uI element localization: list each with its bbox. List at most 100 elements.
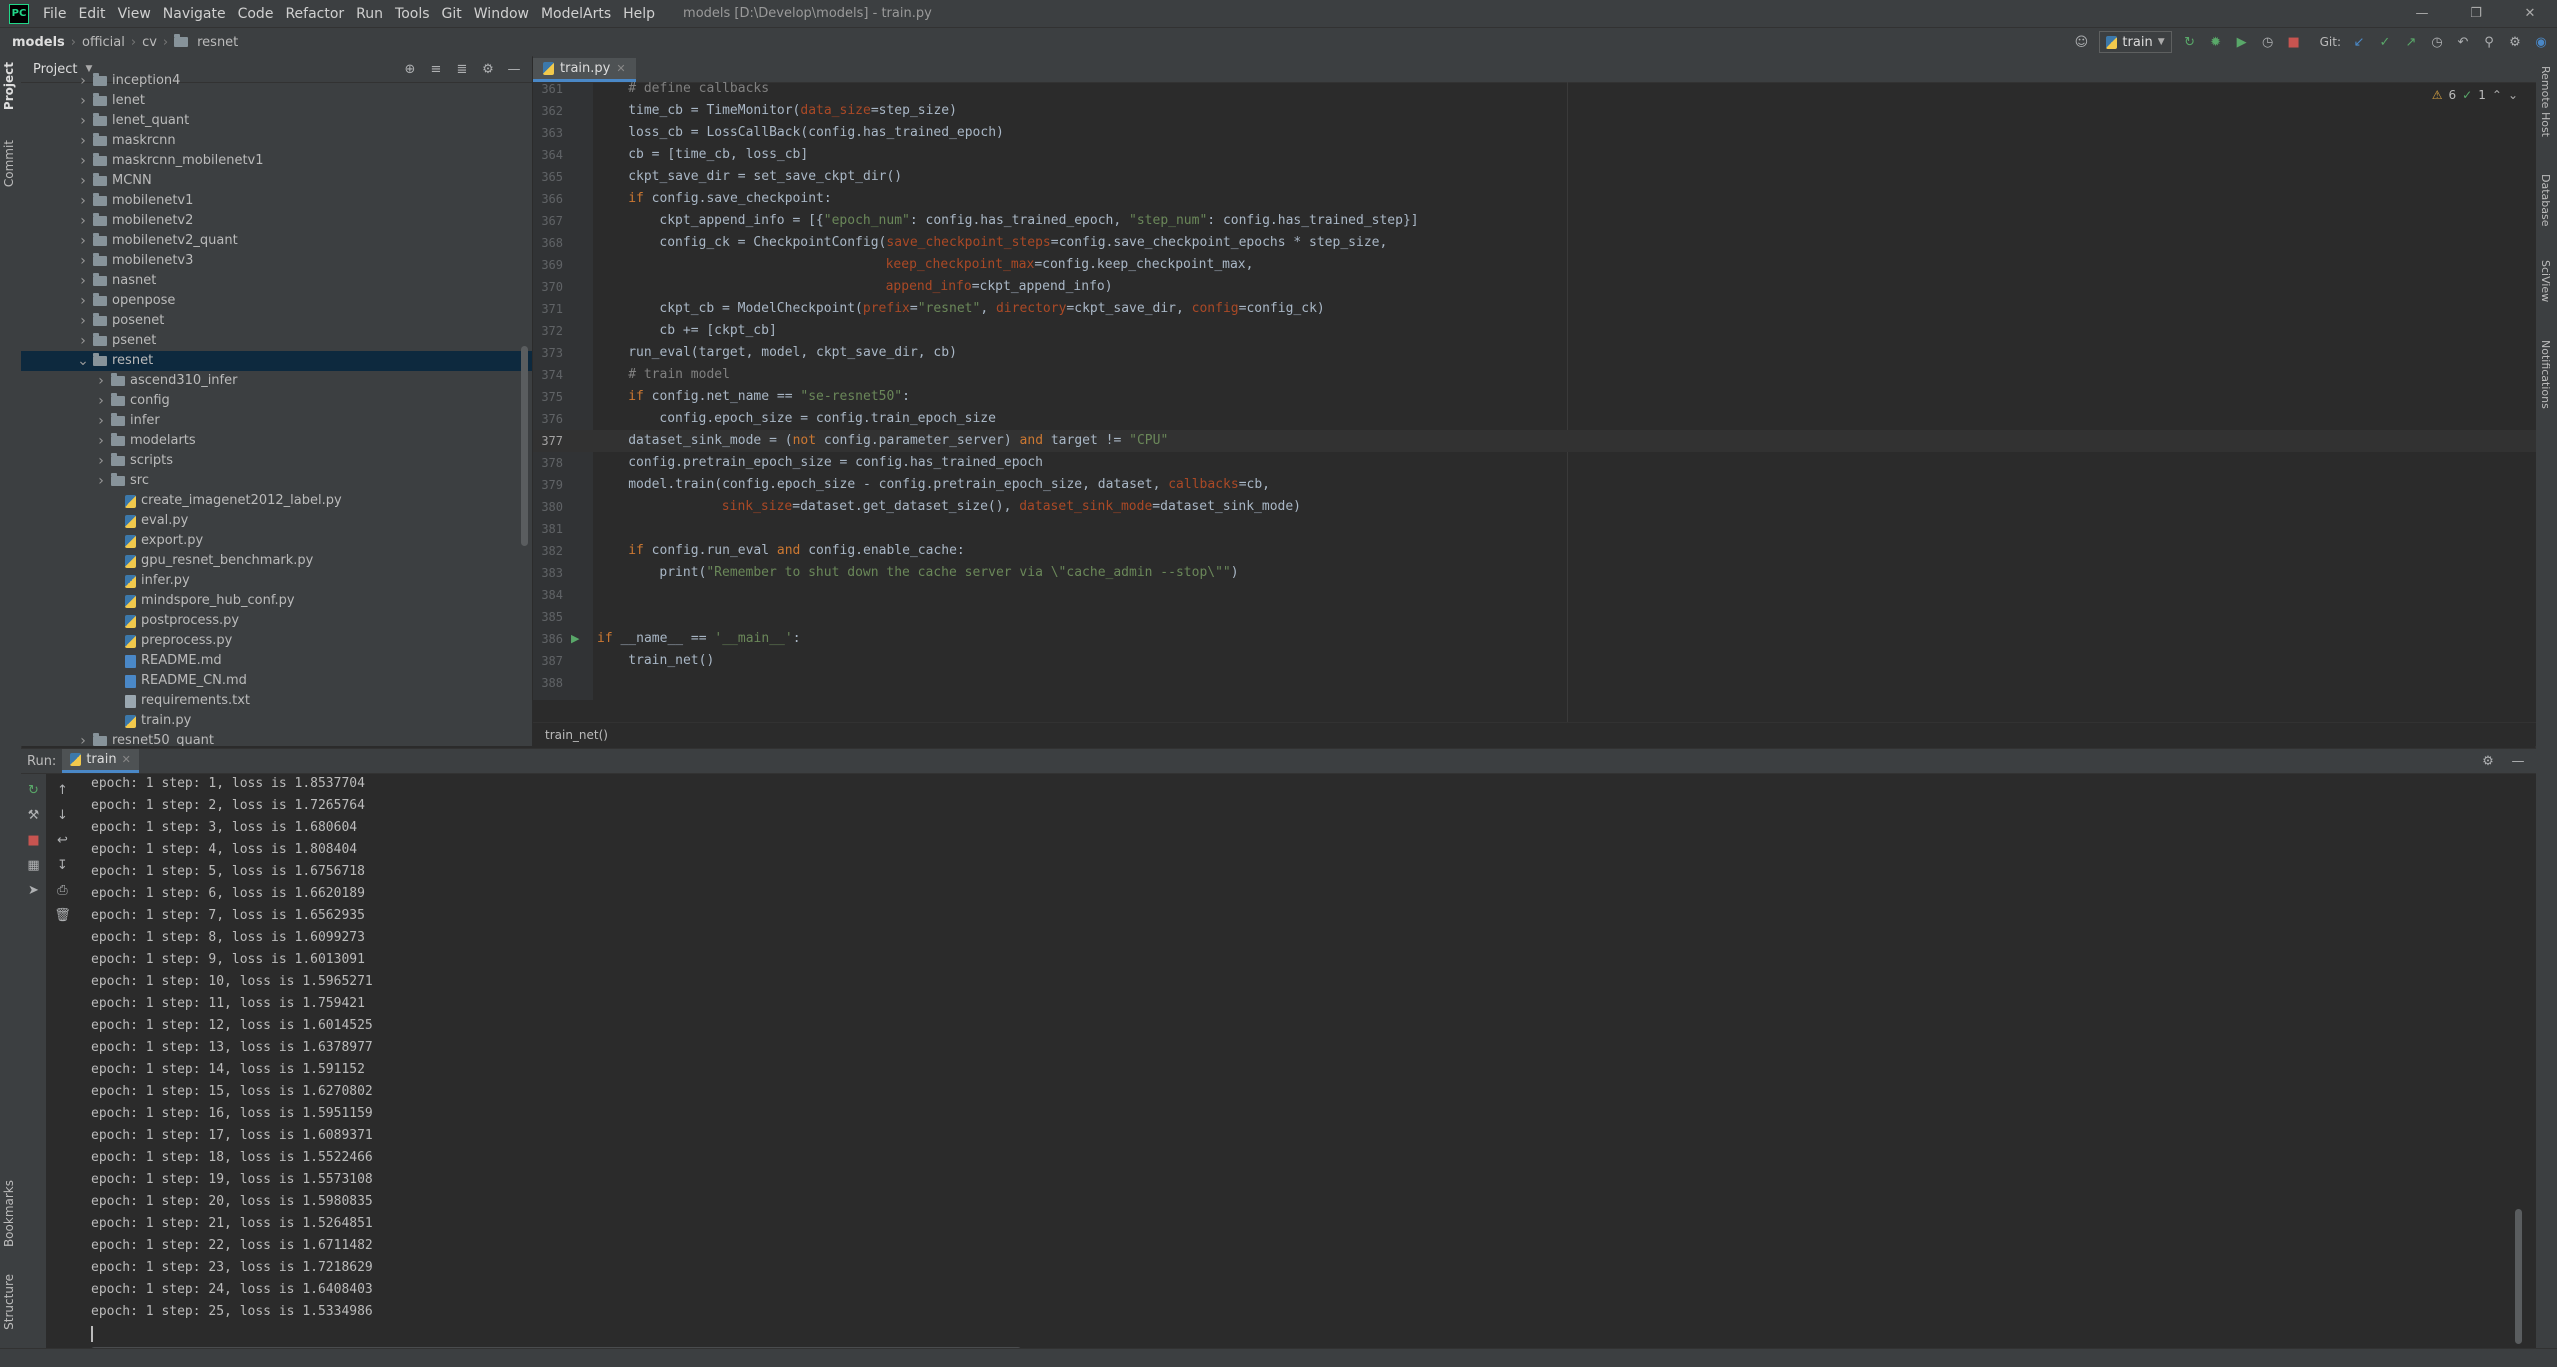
code-line[interactable]: 375 if config.net_name == "se-resnet50": <box>533 386 2536 408</box>
breadcrumb-official[interactable]: official <box>78 35 129 50</box>
tree-file-item[interactable]: mindspore_hub_conf.py <box>21 591 532 611</box>
code-line[interactable]: 374 # train model <box>533 364 2536 386</box>
tree-folder-item[interactable]: › mobilenetv3 <box>21 251 532 271</box>
tree-file-item[interactable]: preprocess.py <box>21 631 532 651</box>
tree-file-item[interactable]: postprocess.py <box>21 611 532 631</box>
chevron-right-icon[interactable]: › <box>77 731 89 746</box>
tree-file-item[interactable]: README.md <box>21 651 532 671</box>
chevron-down-icon[interactable]: ⌄ <box>2508 88 2518 102</box>
chevron-right-icon[interactable]: › <box>95 371 107 391</box>
tree-folder-item[interactable]: › lenet <box>21 91 532 111</box>
code-line[interactable]: 361 # define callbacks <box>533 78 2536 100</box>
chevron-right-icon[interactable]: › <box>77 171 89 191</box>
menu-tools[interactable]: Tools <box>389 6 436 22</box>
chevron-down-icon[interactable]: ⌄ <box>77 351 89 371</box>
tab-database[interactable]: Database <box>2539 174 2552 227</box>
chevron-right-icon[interactable]: › <box>77 211 89 231</box>
trash-icon[interactable]: 🗑 <box>54 906 72 924</box>
tree-folder-item[interactable]: ⌄ resnet <box>21 351 532 371</box>
wrench-icon[interactable]: ⚒ <box>25 806 43 824</box>
menu-navigate[interactable]: Navigate <box>157 6 232 22</box>
code-line[interactable]: 387 train_net() <box>533 650 2536 672</box>
chevron-right-icon[interactable]: › <box>77 271 89 291</box>
tree-file-item[interactable]: train.py <box>21 711 532 731</box>
pin-icon[interactable]: ➤ <box>25 881 43 899</box>
menu-edit[interactable]: Edit <box>72 6 111 22</box>
menu-window[interactable]: Window <box>468 6 535 22</box>
tree-file-item[interactable]: README_CN.md <box>21 671 532 691</box>
code-line[interactable]: 362 time_cb = TimeMonitor(data_size=step_… <box>533 100 2536 122</box>
breadcrumb-models[interactable]: models <box>8 35 69 50</box>
tree-folder-item[interactable]: › maskrcnn <box>21 131 532 151</box>
menu-git[interactable]: Git <box>436 6 468 22</box>
tree-file-item[interactable]: create_imagenet2012_label.py <box>21 491 532 511</box>
chevron-right-icon[interactable]: › <box>95 431 107 451</box>
menu-view[interactable]: View <box>112 6 157 22</box>
menu-file[interactable]: File <box>37 6 72 22</box>
chevron-right-icon[interactable]: › <box>77 131 89 151</box>
chevron-right-icon[interactable]: › <box>77 151 89 171</box>
tree-folder-item[interactable]: › maskrcnn_mobilenetv1 <box>21 151 532 171</box>
chevron-right-icon[interactable]: › <box>77 231 89 251</box>
tree-folder-item[interactable]: › openpose <box>21 291 532 311</box>
chevron-right-icon[interactable]: › <box>95 411 107 431</box>
stop-icon[interactable]: ■ <box>2286 34 2302 50</box>
code-line[interactable]: 371 ckpt_cb = ModelCheckpoint(prefix="res… <box>533 298 2536 320</box>
code-line[interactable]: 365 ckpt_save_dir = set_save_ckpt_dir() <box>533 166 2536 188</box>
tree-folder-item[interactable]: › posenet <box>21 311 532 331</box>
arrow-down-icon[interactable]: ↓ <box>54 806 72 824</box>
tab-sciview[interactable]: SciView <box>2539 260 2552 302</box>
tree-file-item[interactable]: gpu_resnet_benchmark.py <box>21 551 532 571</box>
chevron-right-icon[interactable]: › <box>77 191 89 211</box>
rerun-icon[interactable]: ↻ <box>25 781 43 799</box>
code-line[interactable]: 369 keep_checkpoint_max=config.keep_check… <box>533 254 2536 276</box>
debug-icon[interactable]: ✹ <box>2208 34 2224 50</box>
close-icon[interactable]: ✕ <box>2503 0 2557 27</box>
run-gutter-icon[interactable]: ▶ <box>571 628 579 650</box>
code-line[interactable]: 384 <box>533 584 2536 606</box>
code-line[interactable]: 379 model.train(config.epoch_size - confi… <box>533 474 2536 496</box>
tab-bookmarks[interactable]: Bookmarks <box>2 1180 16 1247</box>
close-tab-icon[interactable]: ✕ <box>122 753 131 766</box>
tab-remote-host[interactable]: Remote Host <box>2539 66 2552 137</box>
chevron-right-icon[interactable]: › <box>77 331 89 351</box>
tree-folder-item[interactable]: › resnet50_quant <box>21 731 532 746</box>
code-line[interactable]: 380 sink_size=dataset.get_dataset_size(),… <box>533 496 2536 518</box>
tab-structure[interactable]: Structure <box>2 1274 16 1330</box>
layout-icon[interactable]: ▦ <box>25 856 43 874</box>
restore-icon[interactable]: ❐ <box>2449 0 2503 27</box>
chevron-right-icon[interactable]: › <box>95 391 107 411</box>
breadcrumb-resnet[interactable]: resnet <box>193 35 242 50</box>
coverage-icon[interactable]: ▶ <box>2234 34 2250 50</box>
code-line[interactable]: 376 config.epoch_size = config.train_epoc… <box>533 408 2536 430</box>
menu-code[interactable]: Code <box>232 6 280 22</box>
code-line[interactable]: 372 cb += [ckpt_cb] <box>533 320 2536 342</box>
chevron-right-icon[interactable]: › <box>77 311 89 331</box>
code-line[interactable]: 377 dataset_sink_mode = (not config.param… <box>533 430 2536 452</box>
inspection-widget[interactable]: ⚠ 6 ✓ 1 ⌃ ⌄ <box>2432 88 2518 102</box>
code-line[interactable]: 388 <box>533 672 2536 694</box>
code-line[interactable]: 385 <box>533 606 2536 628</box>
code-line[interactable]: 382 if config.run_eval and config.enable_… <box>533 540 2536 562</box>
chevron-right-icon[interactable]: › <box>77 111 89 131</box>
rollback-icon[interactable]: ↶ <box>2455 34 2471 50</box>
tree-file-item[interactable]: requirements.txt <box>21 691 532 711</box>
editor-breadcrumb[interactable]: train_net() <box>533 722 2536 746</box>
chevron-right-icon[interactable]: › <box>77 91 89 111</box>
code-line[interactable]: 363 loss_cb = LossCallBack(config.has_tra… <box>533 122 2536 144</box>
arrow-up-icon[interactable]: ↑ <box>54 781 72 799</box>
tab-commit[interactable]: Commit <box>2 140 16 187</box>
scroll-to-end-icon[interactable]: ↧ <box>54 856 72 874</box>
tree-folder-item[interactable]: › MCNN <box>21 171 532 191</box>
close-tab-icon[interactable]: ✕ <box>616 62 625 75</box>
console-output[interactable]: epoch: 1 step: 1, loss is 1.8537704 epoch… <box>91 773 2491 1342</box>
print-icon[interactable]: ⎙ <box>54 881 72 899</box>
git-push-icon[interactable]: ↗ <box>2403 34 2419 50</box>
chevron-up-icon[interactable]: ⌃ <box>2492 88 2502 102</box>
tree-folder-item[interactable]: › inception4 <box>21 71 532 91</box>
code-line[interactable]: 378 config.pretrain_epoch_size = config.h… <box>533 452 2536 474</box>
git-update-icon[interactable]: ↙ <box>2351 34 2367 50</box>
tree-folder-item[interactable]: › config <box>21 391 532 411</box>
tree-folder-item[interactable]: › src <box>21 471 532 491</box>
menu-help[interactable]: Help <box>617 6 661 22</box>
